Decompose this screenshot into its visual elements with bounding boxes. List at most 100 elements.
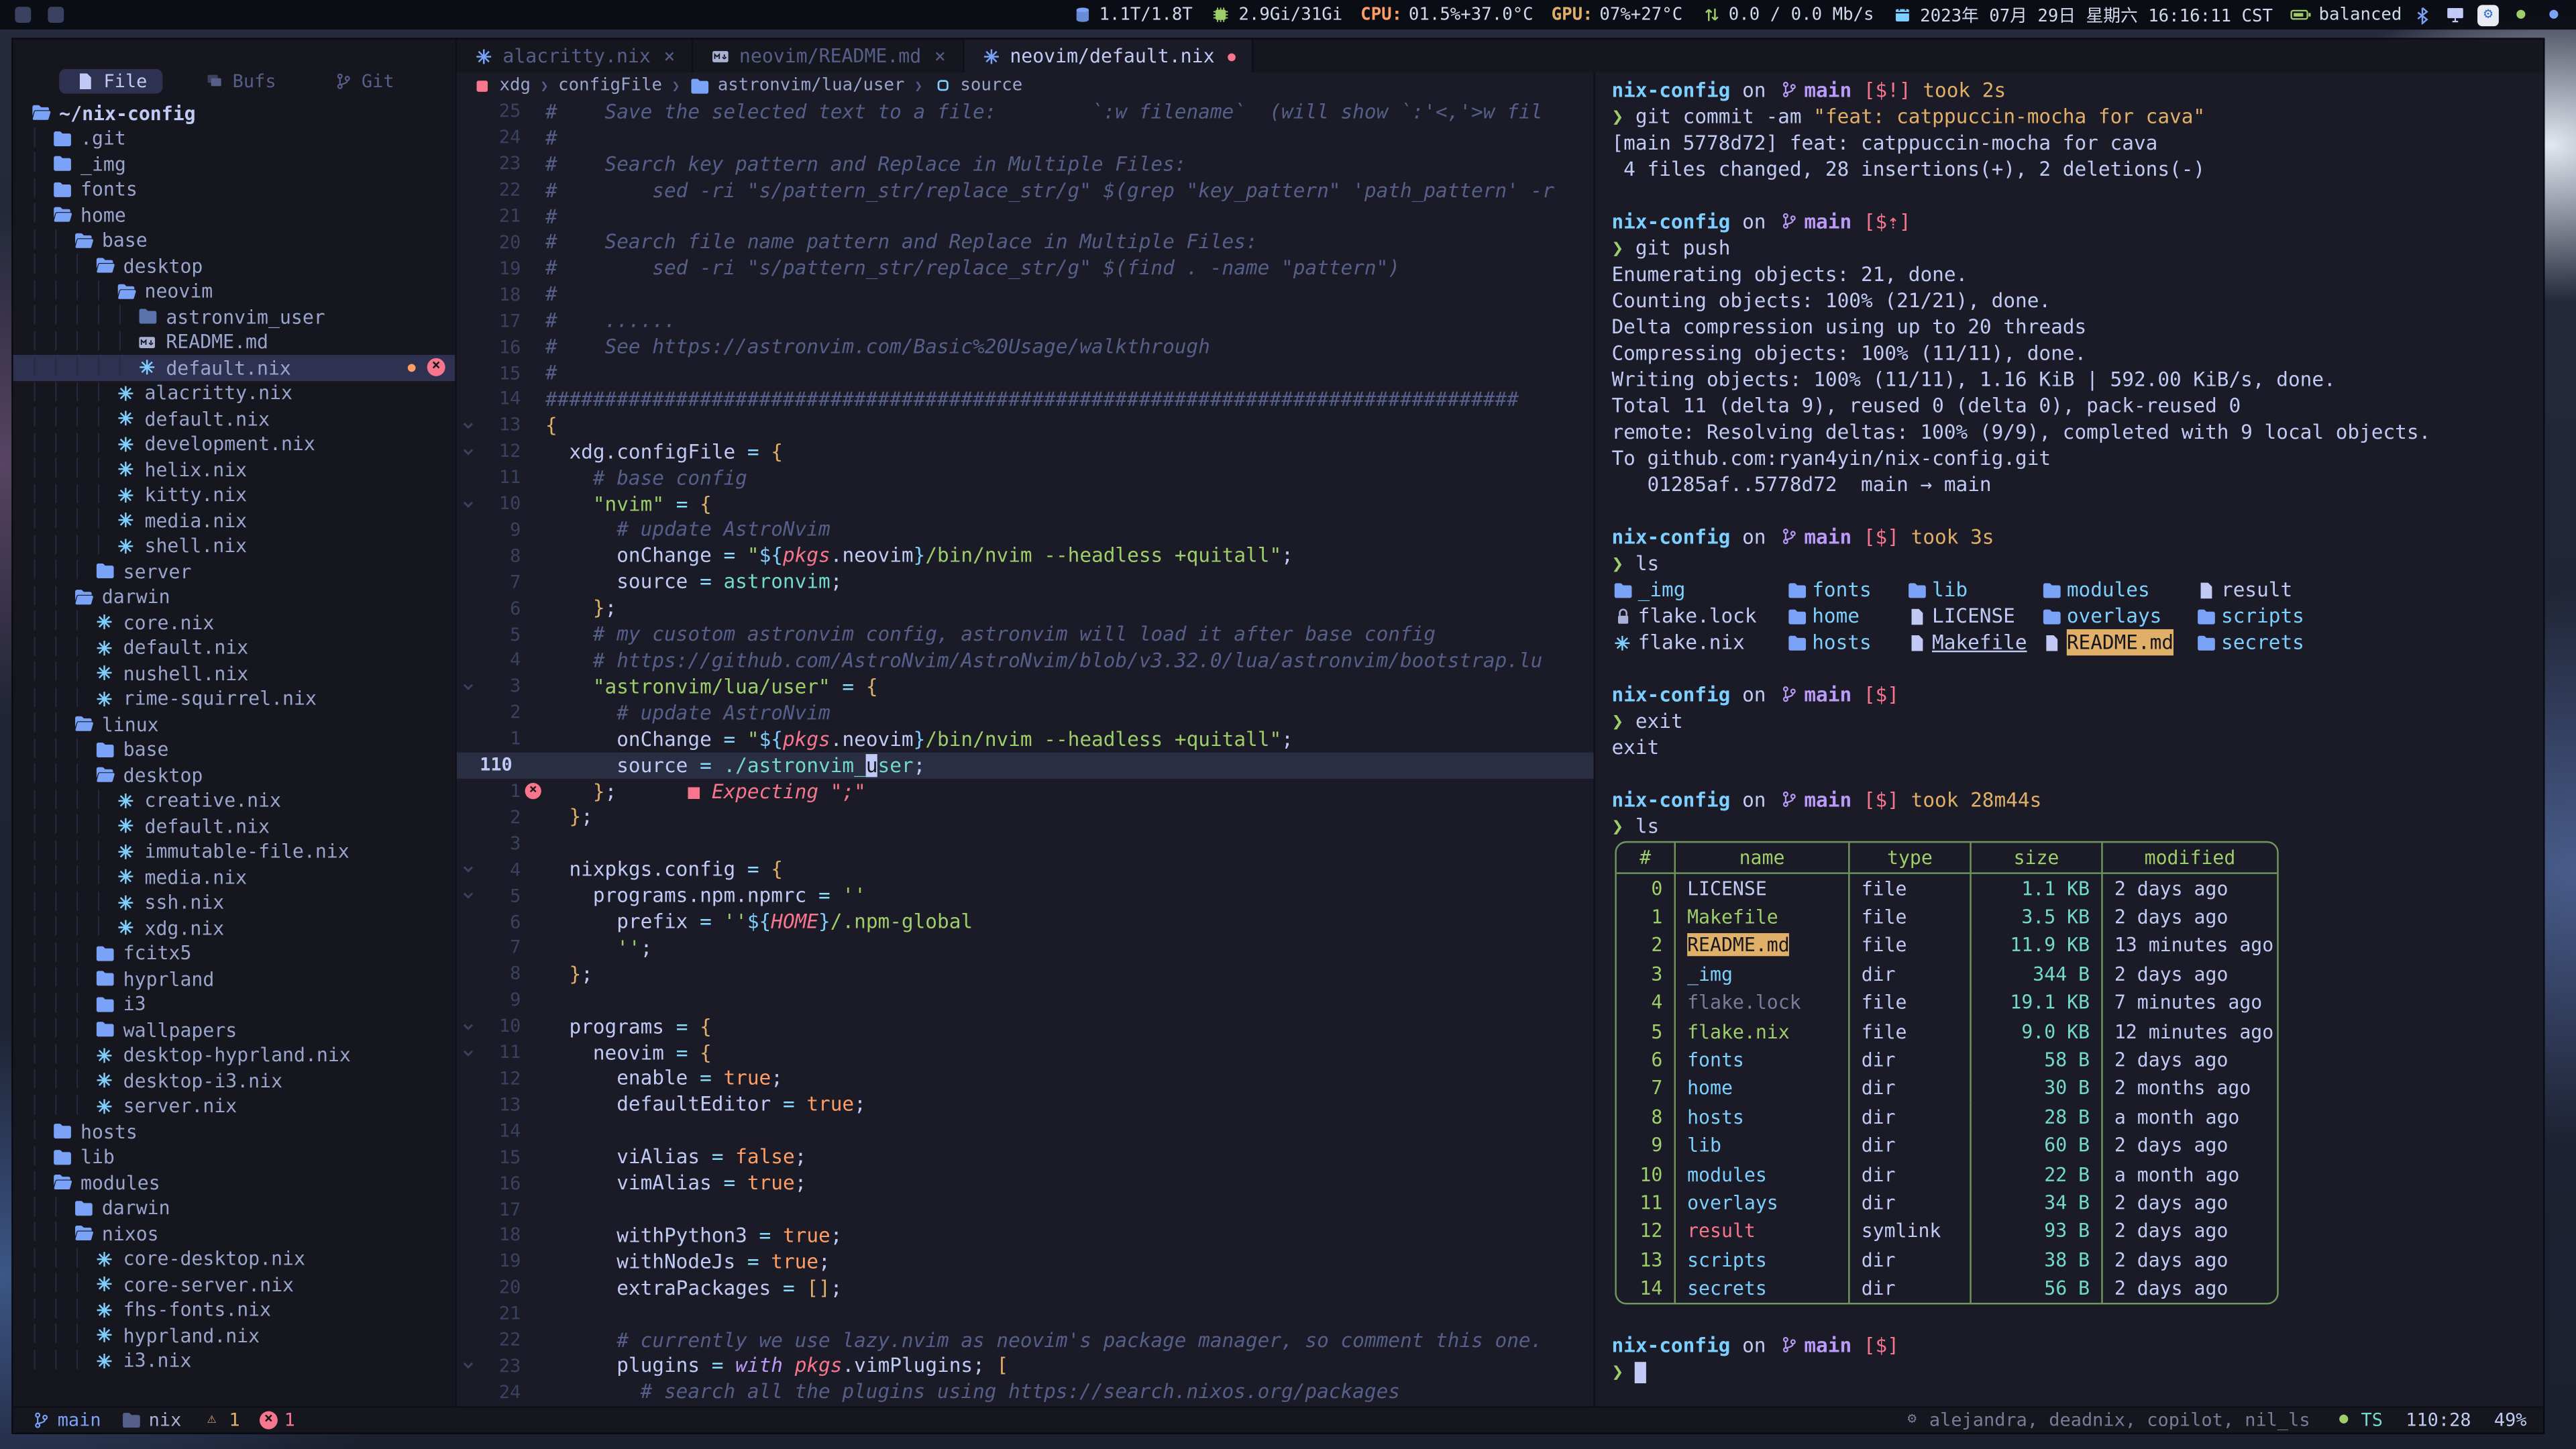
- tree-item[interactable]: ││││default.nix: [13, 406, 455, 431]
- window-switcher-icon[interactable]: [44, 5, 66, 24]
- statusline-left: mainnix⚠1×1: [30, 1409, 295, 1431]
- tree-item[interactable]: ││││xdg.nix: [13, 915, 455, 941]
- tree-item[interactable]: ││││media.nix: [13, 864, 455, 890]
- ls-row: _imgfontslibmodulesresult: [1611, 577, 2533, 603]
- status-green-icon[interactable]: ●: [2510, 7, 2532, 22]
- tree-item[interactable]: ││││media.nix: [13, 508, 455, 533]
- error-badge-icon: ×: [427, 358, 445, 376]
- tree-item[interactable]: ││││immutable-file.nix: [13, 839, 455, 864]
- tree-item[interactable]: ~/nix-config: [13, 100, 455, 125]
- tree-item[interactable]: │││desktop-i3.nix: [13, 1068, 455, 1093]
- code-line: 25# Save the selected text to a file: `:…: [457, 99, 1594, 125]
- tree-item[interactable]: │.git: [13, 125, 455, 151]
- tree-item[interactable]: │││desktop: [13, 762, 455, 788]
- tree-item[interactable]: │_img: [13, 151, 455, 176]
- tree-item[interactable]: │││││astronvim_user: [13, 304, 455, 329]
- close-tab-icon[interactable]: ×: [934, 44, 946, 67]
- tree-item[interactable]: │││i3: [13, 991, 455, 1017]
- tree-item[interactable]: │││default.nix: [13, 635, 455, 661]
- tree-item[interactable]: ││││alacritty.nix: [13, 380, 455, 406]
- editor-tab[interactable]: neovim/README.md×: [693, 40, 963, 72]
- tree-item[interactable]: ││││kitty.nix: [13, 482, 455, 508]
- tree-item-label: README.md: [166, 331, 268, 354]
- tree-item[interactable]: │││wallpapers: [13, 1017, 455, 1042]
- breadcrumb-label: xdg: [499, 76, 530, 95]
- tree-item[interactable]: ││darwin: [13, 584, 455, 610]
- tree-item[interactable]: │hosts: [13, 1119, 455, 1144]
- tree-item-label: default.nix: [123, 636, 249, 659]
- tree-item[interactable]: │││core-desktop.nix: [13, 1246, 455, 1272]
- breadcrumb-item[interactable]: xdg: [472, 76, 531, 95]
- chev-icon: [457, 497, 478, 511]
- terminal-content[interactable]: nix-config on main [$!] took 2s❯ git com…: [1594, 72, 2544, 1407]
- display-icon[interactable]: [2445, 7, 2466, 23]
- neotree-tab-file[interactable]: File: [59, 68, 162, 93]
- folder-icon: [2195, 633, 2216, 651]
- editor-tab-label: neovim/default.nix: [1010, 44, 1214, 67]
- tree-item[interactable]: │fonts: [13, 176, 455, 202]
- tree-item[interactable]: ││││default.nix: [13, 813, 455, 839]
- tree-item[interactable]: │││base: [13, 737, 455, 762]
- tree-item[interactable]: ││darwin: [13, 1195, 455, 1221]
- tree-item-label: base: [102, 229, 148, 252]
- tree-item[interactable]: ││││neovim: [13, 278, 455, 304]
- settings-icon[interactable]: ⚙: [2477, 4, 2499, 25]
- tree-item[interactable]: │││fcitx5: [13, 941, 455, 966]
- breadcrumb-item[interactable]: astronvim/lua/user: [690, 76, 904, 95]
- tree-item[interactable]: ││││creative.nix: [13, 788, 455, 813]
- tree-item[interactable]: │││││default.nix●×: [13, 355, 455, 380]
- tree-item[interactable]: │││desktop-hyprland.nix: [13, 1042, 455, 1068]
- terminal-line: Counting objects: 100% (21/21), done.: [1611, 288, 2533, 314]
- tree-item[interactable]: ││││helix.nix: [13, 457, 455, 482]
- tree-item[interactable]: ││││shell.nix: [13, 533, 455, 559]
- editor[interactable]: xdg❯configFile❯astronvim/lua/user❯source…: [457, 72, 1594, 1407]
- tree-item[interactable]: │││server.nix: [13, 1093, 455, 1119]
- close-tab-icon[interactable]: ×: [663, 44, 675, 67]
- folder-icon: [2195, 607, 2216, 625]
- tree-item[interactable]: │modules: [13, 1170, 455, 1195]
- tree-item[interactable]: ││││ssh.nix: [13, 890, 455, 915]
- editor-tab[interactable]: alacritty.nix×: [457, 40, 694, 72]
- launcher-icon[interactable]: [11, 5, 33, 24]
- tree-item[interactable]: │││fhs-fonts.nix: [13, 1297, 455, 1322]
- error-sign-icon: ×: [525, 783, 541, 799]
- tree-item[interactable]: │││core.nix: [13, 610, 455, 635]
- nix-icon: [1611, 633, 1633, 651]
- tree-item[interactable]: ││base: [13, 227, 455, 253]
- breadcrumb-item[interactable]: configFile: [558, 76, 662, 95]
- chev-icon: [457, 1359, 478, 1373]
- breadcrumb-item[interactable]: source: [932, 76, 1023, 95]
- tree-item[interactable]: │home: [13, 202, 455, 227]
- tree-item[interactable]: ││││development.nix: [13, 431, 455, 457]
- neotree-tab-git[interactable]: Git: [317, 68, 409, 93]
- neotree-tab-bufs[interactable]: Bufs: [189, 68, 291, 93]
- tree-item[interactable]: │││nushell.nix: [13, 660, 455, 686]
- ls-entry: fonts: [1786, 577, 1906, 603]
- tree-item[interactable]: │lib: [13, 1144, 455, 1170]
- editor-tab[interactable]: neovim/default.nix●: [964, 40, 1254, 72]
- breadcrumb-separator-icon: ❯: [914, 78, 922, 93]
- tree-item[interactable]: │││hyprland: [13, 966, 455, 991]
- tree-item[interactable]: ││nixos: [13, 1221, 455, 1246]
- tree-item[interactable]: │││i3.nix: [13, 1348, 455, 1373]
- tree-item[interactable]: │││hyprland.nix: [13, 1322, 455, 1348]
- tree-item[interactable]: │││││README.md: [13, 329, 455, 355]
- neotree-tab-label: Bufs: [233, 70, 276, 91]
- status-blue-icon[interactable]: ●: [2543, 7, 2565, 22]
- tree-item[interactable]: │││server: [13, 559, 455, 584]
- table-row: 7homedir30 B2 months ago: [1617, 1074, 2277, 1103]
- code-line: 21#: [457, 203, 1594, 229]
- folder-open-icon: [115, 282, 136, 301]
- tree-item[interactable]: │││desktop: [13, 253, 455, 278]
- cal-icon: [1892, 7, 1913, 23]
- terminal-line: Enumerating objects: 21, done.: [1611, 261, 2533, 287]
- nvim-window: File Bufs Git ~/nix-config│.git│_img│fonts…: [13, 40, 2543, 1433]
- tree-item[interactable]: │││rime-squirrel.nix: [13, 686, 455, 711]
- tree-item[interactable]: │││core-server.nix: [13, 1272, 455, 1297]
- ls-row: flake.nixhostsMakefileREADME.mdsecrets: [1611, 629, 2533, 655]
- tree-item[interactable]: ││linux: [13, 711, 455, 737]
- bluetooth-icon[interactable]: [2412, 6, 2433, 24]
- chev-icon: [457, 680, 478, 694]
- editor-lines[interactable]: 25# Save the selected text to a file: `:…: [457, 99, 1594, 1406]
- code-line: 3 "astronvim/lua/user" = {: [457, 674, 1594, 700]
